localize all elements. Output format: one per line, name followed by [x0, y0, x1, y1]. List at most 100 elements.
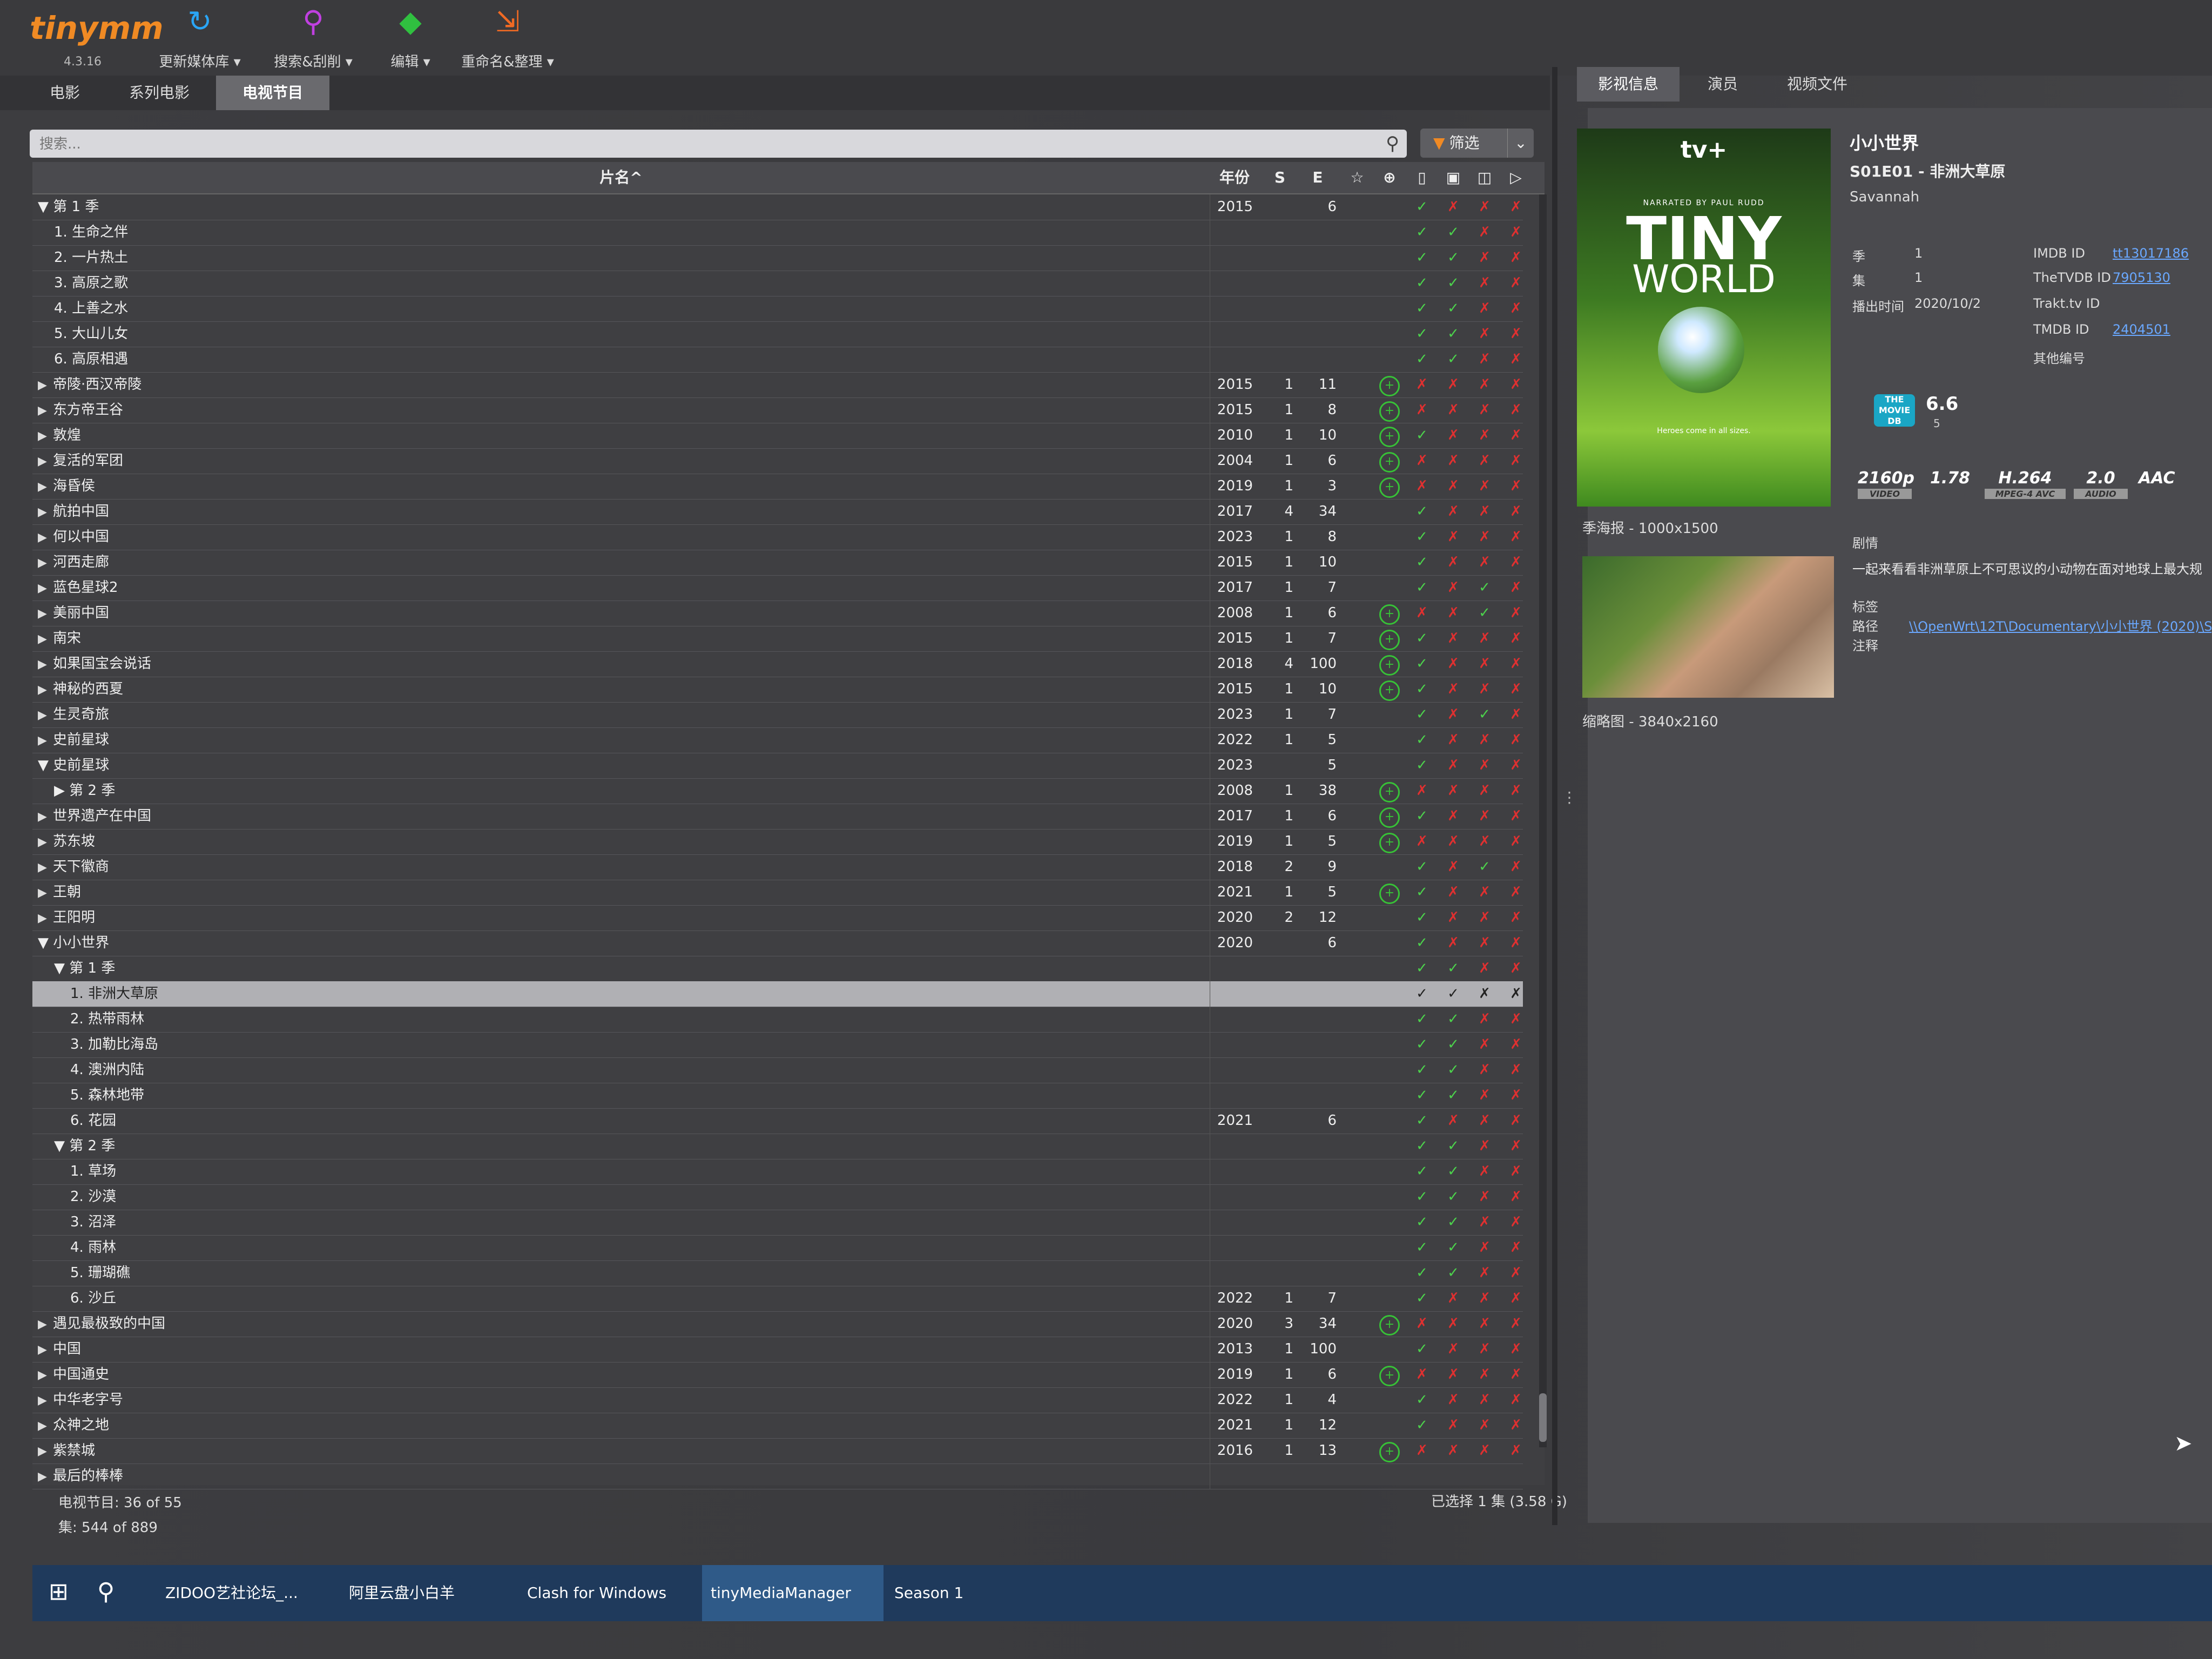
- expand-caret-icon[interactable]: ▶: [38, 1464, 53, 1489]
- table-scrollbar[interactable]: [1539, 194, 1547, 1447]
- chevron-down-icon[interactable]: ⌄: [1507, 129, 1534, 158]
- table-row[interactable]: ▶ 东方帝王谷 2015 1 8 + ✗ ✗ ✗ ✗: [32, 397, 1523, 423]
- expand-caret-icon[interactable]: ▶: [38, 626, 53, 651]
- search-icon[interactable]: ⚲: [1386, 133, 1399, 154]
- table-row[interactable]: ▶ 天下徽商 2018 2 9 ✓ ✗ ✓ ✗: [32, 854, 1523, 880]
- table-row[interactable]: ▶ 敦煌 2010 1 10 + ✓ ✗ ✗ ✗: [32, 423, 1523, 449]
- expand-caret-icon[interactable]: ▶: [38, 398, 53, 423]
- column-title[interactable]: 片名^: [32, 162, 1210, 193]
- table-row[interactable]: ▶ 中国通史 2019 1 6 + ✗ ✗ ✗ ✗: [32, 1362, 1523, 1388]
- expand-caret-icon[interactable]: ▶: [38, 423, 53, 448]
- expand-caret-icon[interactable]: ▶: [38, 449, 53, 474]
- play-icon[interactable]: ▷: [1501, 162, 1531, 193]
- nfo-icon[interactable]: ▯: [1407, 162, 1437, 193]
- table-row[interactable]: 1. 非洲大草原 ✓ ✓ ✗ ✗: [32, 981, 1523, 1007]
- expand-caret-icon[interactable]: ▶: [38, 1337, 53, 1362]
- table-row[interactable]: ▶ 中华老字号 2022 1 4 ✓ ✗ ✗ ✗: [32, 1387, 1523, 1413]
- image-icon[interactable]: ▣: [1438, 162, 1468, 193]
- table-row[interactable]: 2. 沙漠 ✓ ✓ ✗ ✗: [32, 1184, 1523, 1210]
- tab-media-info[interactable]: 影视信息: [1577, 67, 1680, 102]
- taskbar-search-icon[interactable]: ⚲: [97, 1579, 123, 1605]
- filter-button[interactable]: ▼ 筛选 ⌄: [1420, 129, 1534, 158]
- expand-caret-icon[interactable]: ▶: [38, 1439, 53, 1464]
- tab-movie-sets[interactable]: 系列电影: [113, 76, 205, 110]
- expand-caret-icon[interactable]: ▶: [38, 550, 53, 575]
- table-row[interactable]: ▶ 神秘的西夏 2015 1 10 + ✓ ✗ ✗ ✗: [32, 677, 1523, 703]
- rename-button[interactable]: ⇲ 重命名&整理 ▾: [443, 4, 572, 75]
- table-row[interactable]: ▶ 最后的棒棒: [32, 1464, 1523, 1489]
- table-row[interactable]: ▶ 遇见最极致的中国 2020 3 34 + ✗ ✗ ✗ ✗: [32, 1311, 1523, 1337]
- splitter-grip-icon[interactable]: ⋮: [1562, 788, 1577, 806]
- table-row[interactable]: 4. 上善之水 ✓ ✓ ✗ ✗: [32, 296, 1523, 322]
- expand-caret-icon[interactable]: ▶: [38, 1413, 53, 1438]
- tab-cast[interactable]: 演员: [1685, 67, 1761, 102]
- expand-caret-icon[interactable]: ▶: [38, 474, 53, 499]
- table-row[interactable]: ▶ 河西走廊 2015 1 10 ✓ ✗ ✗ ✗: [32, 550, 1523, 576]
- expand-caret-icon[interactable]: ▶: [38, 880, 53, 905]
- table-row[interactable]: 6. 沙丘 2022 1 7 ✓ ✗ ✗ ✗: [32, 1286, 1523, 1312]
- expand-caret-icon[interactable]: ▶: [38, 525, 53, 550]
- table-row[interactable]: ▶ 生灵奇旅 2023 1 7 ✓ ✗ ✓ ✗: [32, 702, 1523, 728]
- table-row[interactable]: ▼ 第 1 季 2015 6 ✓ ✗ ✗ ✗: [32, 194, 1523, 220]
- table-row[interactable]: ▶ 蓝色星球2 2017 1 7 ✓ ✗ ✓ ✗: [32, 575, 1523, 601]
- taskbar-edge[interactable]: ZIDOO艺社论坛_...: [157, 1565, 338, 1621]
- expand-caret-icon[interactable]: ▶: [38, 1363, 53, 1387]
- subtitle-icon[interactable]: ◫: [1469, 162, 1500, 193]
- panel-splitter[interactable]: [1552, 67, 1557, 1525]
- table-row[interactable]: 2. 热带雨林 ✓ ✓ ✗ ✗: [32, 1007, 1523, 1033]
- table-row[interactable]: ▶ 王阳明 2020 2 12 ✓ ✗ ✗ ✗: [32, 905, 1523, 931]
- table-row[interactable]: ▶ 苏东坡 2019 1 5 + ✗ ✗ ✗ ✗: [32, 829, 1523, 855]
- tab-tv-shows[interactable]: 电视节目: [216, 76, 329, 110]
- taskbar-clash[interactable]: Clash for Windows: [518, 1565, 705, 1621]
- tvdb-link[interactable]: 7905130: [2113, 270, 2170, 285]
- table-row[interactable]: 4. 澳洲内陆 ✓ ✓ ✗ ✗: [32, 1057, 1523, 1083]
- expand-caret-icon[interactable]: ▶: [38, 728, 53, 753]
- table-row[interactable]: 1. 草场 ✓ ✓ ✗ ✗: [32, 1159, 1523, 1185]
- table-row[interactable]: 4. 雨林 ✓ ✓ ✗ ✗: [32, 1235, 1523, 1261]
- expand-caret-icon[interactable]: ▶: [38, 652, 53, 677]
- table-row[interactable]: ▶ 王朝 2021 1 5 + ✓ ✗ ✗ ✗: [32, 880, 1523, 906]
- table-row[interactable]: ▶ 紫禁城 2016 1 13 + ✗ ✗ ✗ ✗: [32, 1438, 1523, 1464]
- expand-caret-icon[interactable]: ▶: [38, 1312, 53, 1337]
- table-row[interactable]: ▶ 世界遗产在中国 2017 1 6 + ✓ ✗ ✗ ✗: [32, 804, 1523, 830]
- column-season-count[interactable]: S: [1264, 162, 1296, 193]
- scrollbar-thumb[interactable]: [1539, 1393, 1547, 1442]
- taskbar-explorer[interactable]: Season 1: [886, 1565, 1019, 1621]
- table-row[interactable]: ▶ 复活的军团 2004 1 6 + ✗ ✗ ✗ ✗: [32, 448, 1523, 474]
- search-input[interactable]: [38, 134, 1369, 154]
- table-row[interactable]: 6. 高原相遇 ✓ ✓ ✗ ✗: [32, 347, 1523, 373]
- column-year[interactable]: 年份: [1210, 162, 1259, 193]
- new-icon[interactable]: ⊕: [1374, 162, 1405, 193]
- taskbar-aliyun[interactable]: 阿里云盘小白羊: [340, 1565, 516, 1621]
- tmdb-link[interactable]: 2404501: [2113, 322, 2170, 337]
- table-row[interactable]: ▼ 第 2 季 ✓ ✓ ✗ ✗: [32, 1134, 1523, 1159]
- windows-start-icon[interactable]: ⊞: [49, 1579, 75, 1605]
- expand-caret-icon[interactable]: ▶: [38, 855, 53, 880]
- tab-media-files[interactable]: 视频文件: [1766, 67, 1869, 102]
- table-row[interactable]: 2. 一片热土 ✓ ✓ ✗ ✗: [32, 245, 1523, 271]
- imdb-link[interactable]: tt13017186: [2113, 246, 2189, 261]
- table-row[interactable]: 6. 花园 2021 6 ✓ ✗ ✗ ✗: [32, 1108, 1523, 1134]
- table-row[interactable]: ▼ 史前星球 2023 5 ✓ ✗ ✗ ✗: [32, 753, 1523, 779]
- table-row[interactable]: 3. 沼泽 ✓ ✓ ✗ ✗: [32, 1210, 1523, 1236]
- expand-caret-icon[interactable]: ▶: [38, 500, 53, 524]
- star-icon[interactable]: ☆: [1342, 162, 1372, 193]
- table-row[interactable]: ▶ 史前星球 2022 1 5 ✓ ✗ ✗ ✗: [32, 727, 1523, 753]
- table-row[interactable]: ▶ 中国 2013 1 100 ✓ ✗ ✗ ✗: [32, 1337, 1523, 1363]
- table-row[interactable]: ▶ 第 2 季 2008 1 38 + ✗ ✗ ✗ ✗: [32, 778, 1523, 804]
- expand-caret-icon[interactable]: ▶: [38, 703, 53, 727]
- table-row[interactable]: 5. 大山儿女 ✓ ✓ ✗ ✗: [32, 321, 1523, 347]
- expand-caret-icon[interactable]: ▶: [38, 601, 53, 626]
- tab-movies[interactable]: 电影: [32, 76, 97, 110]
- table-row[interactable]: ▶ 南宋 2015 1 7 + ✓ ✗ ✗ ✗: [32, 626, 1523, 652]
- expand-caret-icon[interactable]: ▶: [38, 373, 53, 397]
- table-row[interactable]: 3. 加勒比海岛 ✓ ✓ ✗ ✗: [32, 1032, 1523, 1058]
- table-row[interactable]: ▼ 小小世界 2020 6 ✓ ✗ ✗ ✗: [32, 930, 1523, 956]
- path-link[interactable]: \\OpenWrt\12T\Documentary\小小世界 (2020)\Se…: [1909, 616, 2211, 635]
- table-row[interactable]: ▶ 航拍中国 2017 4 34 ✓ ✗ ✗ ✗: [32, 499, 1523, 525]
- update-library-button[interactable]: ↻ 更新媒体库 ▾: [135, 4, 265, 75]
- episode-thumbnail[interactable]: [1582, 556, 1834, 698]
- taskbar-tmm[interactable]: tinyMediaManager: [702, 1565, 884, 1621]
- table-row[interactable]: ▶ 众神之地 2021 1 12 ✓ ✗ ✗ ✗: [32, 1413, 1523, 1439]
- table-row[interactable]: 1. 生命之伴 ✓ ✓ ✗ ✗: [32, 220, 1523, 246]
